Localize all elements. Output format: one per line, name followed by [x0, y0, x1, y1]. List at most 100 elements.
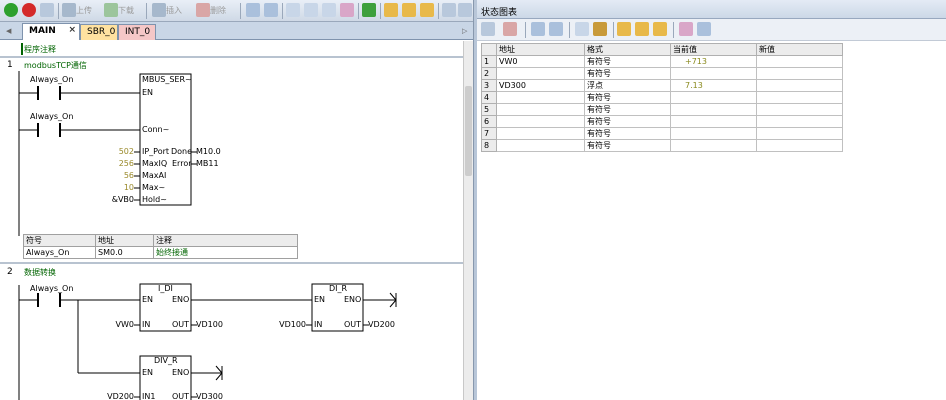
address-cell[interactable]	[496, 127, 585, 140]
table-row[interactable]: 7 有符号	[481, 127, 843, 140]
format-cell[interactable]: 有符号	[584, 127, 671, 140]
chart-status-icon[interactable]	[264, 3, 278, 17]
function-block-name[interactable]: DI_R	[329, 284, 347, 293]
tab-main[interactable]: MAIN ×	[22, 23, 80, 40]
network-2-title[interactable]: 数据转换	[24, 267, 56, 278]
tab-scroll-left-icon[interactable]: ◀	[6, 27, 11, 35]
contact-label[interactable]: Always_On	[30, 75, 73, 84]
address-cell[interactable]	[496, 67, 585, 80]
unforce-all-icon[interactable]	[653, 22, 667, 36]
hold-value[interactable]: &VB0	[94, 195, 134, 204]
download-icon[interactable]	[104, 3, 118, 17]
move-down-icon[interactable]	[458, 3, 472, 17]
add-row-icon[interactable]	[481, 22, 495, 36]
address-cell[interactable]: VW0	[496, 55, 585, 68]
function-block-name[interactable]: MBUS_SER~	[142, 75, 192, 84]
insert-button-label[interactable]: 插入	[166, 5, 182, 16]
table-row[interactable]: 5 有符号	[481, 103, 843, 116]
contact-label[interactable]: Always_On	[30, 284, 73, 293]
function-block-name[interactable]: I_DI	[158, 284, 173, 293]
view3-icon[interactable]	[322, 3, 336, 17]
done-output[interactable]: M10.0	[196, 147, 221, 156]
delete-icon[interactable]	[196, 3, 210, 17]
format-cell[interactable]: 有符号	[584, 55, 671, 68]
go-icon[interactable]	[362, 3, 376, 17]
upload-icon[interactable]	[62, 3, 76, 17]
table-row[interactable]: 3 VD300 浮点 7.13	[481, 79, 843, 92]
address-cell: SM0.0	[95, 246, 154, 259]
clear-icon[interactable]	[340, 3, 354, 17]
new-value-cell[interactable]	[756, 115, 843, 128]
tab-close-icon[interactable]: ×	[68, 25, 76, 35]
editor-vertical-scrollbar[interactable]	[463, 41, 473, 400]
error-output[interactable]: MB11	[196, 159, 219, 168]
address-cell[interactable]	[496, 103, 585, 116]
format-cell[interactable]: 有符号	[584, 91, 671, 104]
max-value[interactable]: 10	[94, 183, 134, 192]
pause-icon[interactable]	[549, 22, 563, 36]
upload-button-label[interactable]: 上传	[76, 5, 92, 16]
out-value[interactable]: VD100	[196, 320, 223, 329]
table-row[interactable]: 2 有符号	[481, 67, 843, 80]
delete-button-label[interactable]: 删除	[210, 5, 226, 16]
download-button-label[interactable]: 下载	[118, 5, 134, 16]
ip-port-value[interactable]: 502	[94, 147, 134, 156]
tab-int[interactable]: INT_0	[118, 24, 156, 40]
out-value[interactable]: VD200	[368, 320, 395, 329]
table-row[interactable]: 6 有符号	[481, 115, 843, 128]
run-icon[interactable]	[4, 3, 18, 17]
new-value-cell[interactable]	[756, 67, 843, 80]
scrollbar-thumb[interactable]	[465, 86, 472, 176]
maxiq-value[interactable]: 256	[94, 159, 134, 168]
format-cell[interactable]: 有符号	[584, 103, 671, 116]
out-value[interactable]: VD300	[196, 392, 223, 400]
format-cell[interactable]: 浮点	[584, 79, 671, 92]
write-icon[interactable]	[593, 22, 607, 36]
chart-status-icon[interactable]	[531, 22, 545, 36]
maxai-value[interactable]: 56	[94, 171, 134, 180]
new-value-cell[interactable]	[756, 55, 843, 68]
format-cell[interactable]: 有符号	[584, 139, 671, 152]
current-value-cell	[670, 127, 757, 140]
in-value[interactable]: VD100	[266, 320, 306, 329]
read-icon[interactable]	[575, 22, 589, 36]
move-up-icon[interactable]	[442, 3, 456, 17]
contact-label[interactable]: Always_On	[30, 112, 73, 121]
program-status-icon[interactable]	[246, 3, 260, 17]
address-cell[interactable]	[496, 139, 585, 152]
table-row[interactable]: 1 VW0 有符号 +713	[481, 55, 843, 68]
lock3-icon[interactable]	[420, 3, 434, 17]
delete-row-icon[interactable]	[503, 22, 517, 36]
in-value[interactable]: VD200	[94, 392, 134, 400]
new-value-cell[interactable]	[756, 103, 843, 116]
address-cell[interactable]: VD300	[496, 79, 585, 92]
new-value-cell[interactable]	[756, 79, 843, 92]
new-value-cell[interactable]	[756, 127, 843, 140]
symbol-cell: Always_On	[23, 246, 96, 259]
format-cell[interactable]: 有符号	[584, 115, 671, 128]
tab-scroll-right-icon[interactable]: ▷	[462, 27, 467, 35]
insert-icon[interactable]	[152, 3, 166, 17]
lock2-icon[interactable]	[402, 3, 416, 17]
row-number: 2	[481, 67, 497, 80]
compile-icon[interactable]	[40, 3, 54, 17]
tab-sbr[interactable]: SBR_0	[80, 24, 118, 40]
address-cell[interactable]	[496, 91, 585, 104]
new-value-cell[interactable]	[756, 91, 843, 104]
lock-icon[interactable]	[384, 3, 398, 17]
function-block-name[interactable]: DIV_R	[154, 356, 178, 365]
unforce-icon[interactable]	[635, 22, 649, 36]
ladder-editor[interactable]: 程序注释 1 modbusTCP通信 Always_On Always_On M…	[0, 41, 463, 400]
address-cell[interactable]	[496, 115, 585, 128]
options-icon[interactable]	[697, 22, 711, 36]
view-icon[interactable]	[286, 3, 300, 17]
format-cell[interactable]: 有符号	[584, 67, 671, 80]
trend-icon[interactable]	[679, 22, 693, 36]
in-value[interactable]: VW0	[94, 320, 134, 329]
force-icon[interactable]	[617, 22, 631, 36]
stop-icon[interactable]	[22, 3, 36, 17]
new-value-cell[interactable]	[756, 139, 843, 152]
table-row[interactable]: 8 有符号	[481, 139, 843, 152]
table-row[interactable]: 4 有符号	[481, 91, 843, 104]
view2-icon[interactable]	[304, 3, 318, 17]
